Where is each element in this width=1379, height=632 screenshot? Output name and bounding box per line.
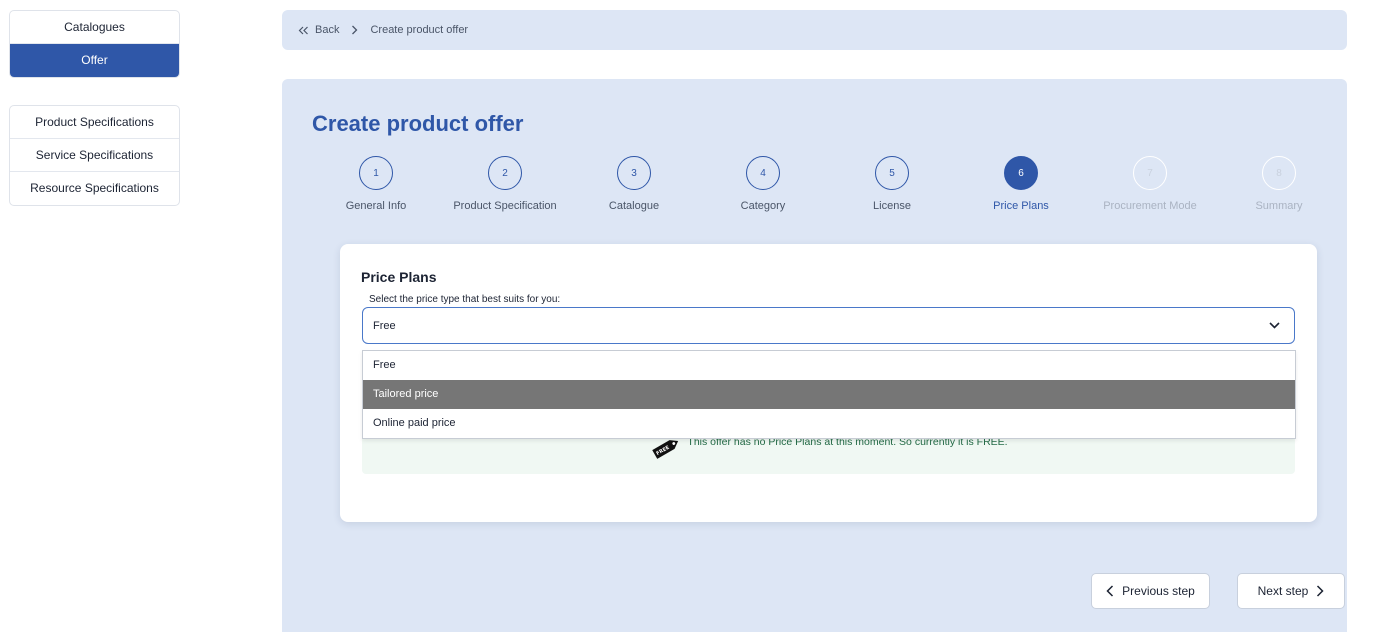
sidebar-item-resource-specifications[interactable]: Resource Specifications	[10, 172, 179, 205]
sidebar-item-product-specifications[interactable]: Product Specifications	[10, 106, 179, 139]
price-plans-card: Price Plans Select the price type that b…	[340, 244, 1317, 522]
sidebar-main-nav: Catalogues Offer	[9, 10, 180, 78]
chevron-right-icon	[351, 25, 358, 35]
breadcrumb-current: Create product offer	[370, 24, 469, 36]
double-chevron-left-icon	[298, 26, 309, 35]
back-link[interactable]: Back	[298, 24, 339, 36]
step-summary[interactable]: 8 Summary	[1199, 156, 1359, 212]
breadcrumb: Back Create product offer	[282, 10, 1347, 50]
page-title: Create product offer	[312, 111, 524, 136]
price-type-select[interactable]: Free	[362, 307, 1295, 344]
step-number: 3	[617, 156, 651, 190]
chevron-right-icon	[1316, 585, 1324, 597]
option-tailored-price[interactable]: Tailored price	[363, 380, 1295, 409]
stepper: 1 General Info 2 Product Specification 3…	[282, 156, 1347, 216]
back-label: Back	[315, 24, 340, 36]
step-number: 6	[1004, 156, 1038, 190]
step-label: Summary	[1255, 200, 1303, 212]
sidebar-item-offer[interactable]: Offer	[10, 44, 179, 77]
sidebar-item-catalogues[interactable]: Catalogues	[10, 11, 179, 44]
step-number: 4	[746, 156, 780, 190]
step-number: 1	[359, 156, 393, 190]
price-plans-title: Price Plans	[361, 269, 437, 285]
free-tag-icon: FREE	[649, 436, 683, 460]
option-free[interactable]: Free	[363, 351, 1295, 380]
sidebar-specifications-nav: Product Specifications Service Specifica…	[9, 105, 180, 206]
chevron-left-icon	[1106, 585, 1114, 597]
next-step-button[interactable]: Next step	[1237, 573, 1345, 609]
step-number: 8	[1262, 156, 1296, 190]
option-online-paid-price[interactable]: Online paid price	[363, 409, 1295, 438]
previous-step-label: Previous step	[1122, 584, 1195, 598]
step-number: 5	[875, 156, 909, 190]
price-type-selected-value: Free	[373, 319, 396, 332]
step-number: 7	[1133, 156, 1167, 190]
previous-step-button[interactable]: Previous step	[1091, 573, 1210, 609]
price-type-label: Select the price type that best suits fo…	[369, 294, 561, 305]
step-number: 2	[488, 156, 522, 190]
next-step-label: Next step	[1257, 584, 1309, 598]
main-panel: Create product offer 1 General Info 2 Pr…	[282, 79, 1347, 632]
price-type-options: Free Tailored price Online paid price	[362, 350, 1296, 439]
sidebar-item-service-specifications[interactable]: Service Specifications	[10, 139, 179, 172]
chevron-down-icon	[1269, 322, 1280, 329]
